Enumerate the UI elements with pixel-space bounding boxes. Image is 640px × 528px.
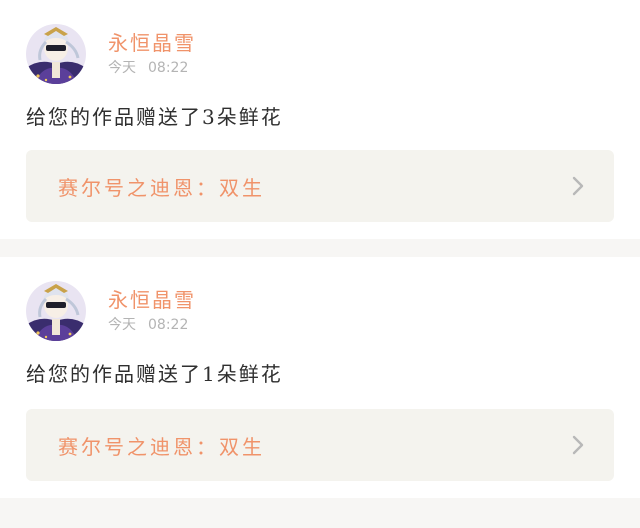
notification-message: 给您的作品赠送了1朵鲜花 (26, 362, 283, 386)
chevron-right-icon (572, 435, 584, 455)
work-title: 赛尔号之迪恩：双生 (58, 175, 265, 200)
timestamp-time: 08:22 (148, 60, 189, 76)
work-title: 赛尔号之迪恩：双生 (58, 434, 265, 459)
timestamp: 今天 08:22 (108, 59, 196, 77)
timestamp-date: 今天 (108, 317, 136, 333)
avatar-image (26, 24, 86, 84)
notification-card: 永恒晶雪 今天 08:22 给您的作品赠送了1朵鲜花 赛尔号之迪恩：双生 (0, 257, 640, 498)
avatar-image (26, 281, 86, 341)
timestamp: 今天 08:22 (108, 316, 196, 334)
notification-meta: 永恒晶雪 今天 08:22 (108, 31, 196, 77)
notification-meta: 永恒晶雪 今天 08:22 (108, 288, 196, 334)
username[interactable]: 永恒晶雪 (108, 288, 196, 312)
chevron-right-icon (572, 176, 584, 196)
avatar[interactable] (26, 281, 86, 341)
work-link[interactable]: 赛尔号之迪恩：双生 (26, 150, 614, 222)
timestamp-time: 08:22 (148, 317, 189, 333)
avatar[interactable] (26, 24, 86, 84)
username[interactable]: 永恒晶雪 (108, 31, 196, 55)
work-link[interactable]: 赛尔号之迪恩：双生 (26, 409, 614, 481)
notification-header: 永恒晶雪 今天 08:22 (26, 281, 196, 341)
notification-message: 给您的作品赠送了3朵鲜花 (26, 105, 283, 129)
notification-feed: 永恒晶雪 今天 08:22 给您的作品赠送了3朵鲜花 赛尔号之迪恩：双生 永恒晶… (0, 0, 640, 498)
notification-header: 永恒晶雪 今天 08:22 (26, 24, 196, 84)
notification-card: 永恒晶雪 今天 08:22 给您的作品赠送了3朵鲜花 赛尔号之迪恩：双生 (0, 0, 640, 239)
timestamp-date: 今天 (108, 60, 136, 76)
